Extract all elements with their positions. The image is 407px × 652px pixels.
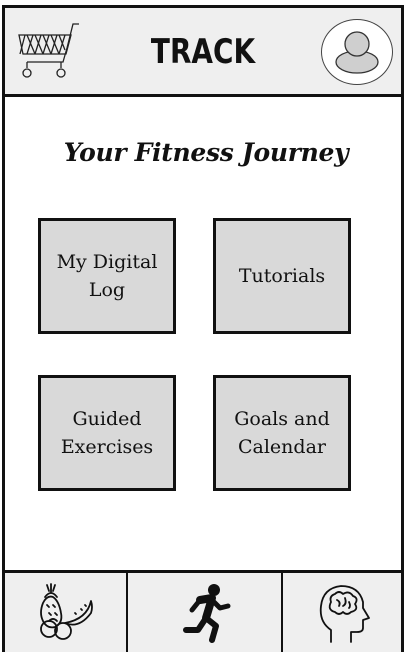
nav-item-nutrition[interactable] [5,573,128,652]
tile-label: Goals and Calendar [234,405,330,461]
avatar-button[interactable] [321,19,393,85]
app-frame: TRACK Your Fitness Journey My Digital Lo… [2,5,404,652]
guided-exercises-button[interactable]: Guided Exercises [38,375,176,491]
tile-label-line: Guided [72,408,142,430]
my-digital-log-button[interactable]: My Digital Log [38,218,176,334]
user-avatar-icon [322,20,392,84]
app-title: TRACK [150,32,256,72]
tile-label: My Digital Log [57,248,158,304]
goals-calendar-button[interactable]: Goals and Calendar [213,375,351,491]
header-bar: TRACK [5,8,401,97]
tutorials-button[interactable]: Tutorials [213,218,351,334]
tile-label-line: Tutorials [238,265,326,287]
nav-item-activity[interactable] [128,573,283,652]
tile-label-line: Exercises [60,436,154,458]
tile-label: Tutorials [239,262,325,290]
bottom-nav [5,570,401,652]
page-heading: Your Fitness Journey [63,138,349,167]
tile-label-line: Goals and [234,408,330,430]
tile-label: Guided Exercises [61,405,153,461]
nav-item-mindfulness[interactable] [283,573,401,652]
tile-label-line: My Digital [56,251,158,273]
tile-label-line: Log [88,279,126,301]
tile-label-line: Calendar [237,436,326,458]
